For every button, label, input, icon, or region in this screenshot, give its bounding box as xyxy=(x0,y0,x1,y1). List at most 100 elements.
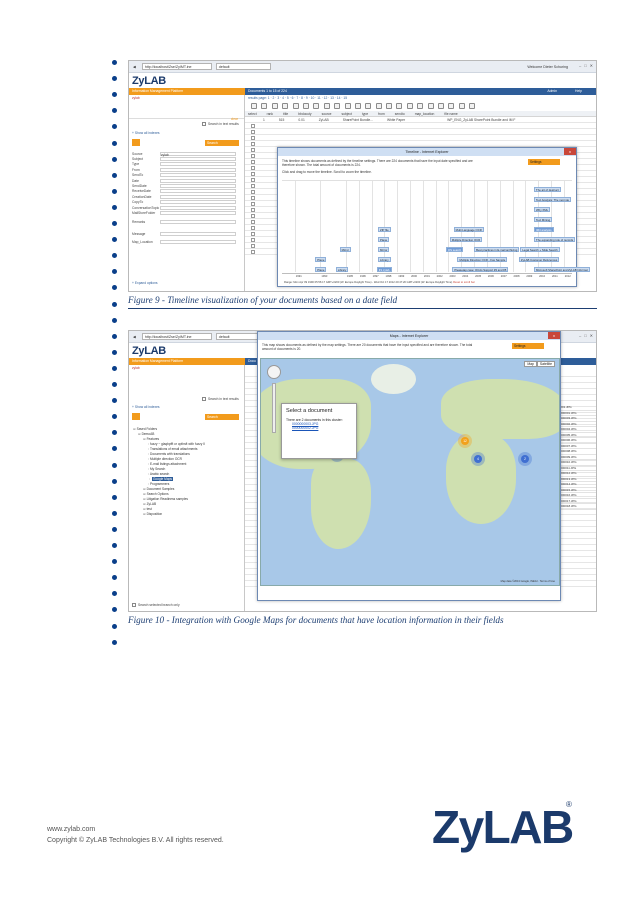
toolbar-action-icon[interactable] xyxy=(344,103,351,109)
toolbar-action-icon[interactable] xyxy=(386,103,393,109)
toolbar-action-icon[interactable] xyxy=(417,103,424,109)
toolbar-action-icon[interactable] xyxy=(292,103,299,109)
row-checkbox[interactable] xyxy=(251,184,255,188)
field-input[interactable] xyxy=(160,178,236,183)
search-text-checkbox[interactable] xyxy=(202,122,206,126)
zoom-slider[interactable] xyxy=(272,383,276,433)
close-icon[interactable]: x xyxy=(564,148,576,155)
field-input[interactable] xyxy=(160,231,236,236)
timeline-band[interactable]: 1991 1993 1995 1996 1997 1998 1999 2000 2001 2002… xyxy=(282,180,590,280)
row-checkbox[interactable] xyxy=(251,166,255,170)
toolbar-action-icon[interactable] xyxy=(438,103,445,109)
row-checkbox[interactable] xyxy=(251,172,255,176)
column-header[interactable]: from xyxy=(378,111,385,116)
pan-control-icon[interactable] xyxy=(267,365,281,379)
toolbar-action-icon[interactable] xyxy=(251,103,257,109)
column-header[interactable]: rank xyxy=(267,111,273,116)
timeline-event[interactable]: Mirror xyxy=(339,247,351,252)
search-text-checkbox[interactable] xyxy=(202,397,206,401)
column-header[interactable]: file name xyxy=(444,111,457,116)
map-type-satellite[interactable]: Satellite xyxy=(536,361,555,367)
toolbar-action-icon[interactable] xyxy=(375,103,382,109)
column-header[interactable]: source xyxy=(322,111,332,116)
row-checkbox[interactable] xyxy=(251,136,255,140)
index-icon[interactable] xyxy=(132,413,140,420)
timeline-event[interactable]: Multiple Direction OCR - Fax Sample xyxy=(457,257,508,262)
toolbar-action-icon[interactable] xyxy=(458,103,465,109)
timeline-event[interactable]: ZIP file xyxy=(378,227,391,232)
column-header[interactable]: sendto xyxy=(395,111,405,116)
timeline-event[interactable]: OS search xyxy=(445,247,464,252)
row-checkbox[interactable] xyxy=(251,130,255,134)
query-text[interactable]: zylab xyxy=(129,365,244,371)
timeline-event[interactable]: Pleasetap case: OCAs Support #3 and #5 xyxy=(452,267,509,272)
row-checkbox[interactable] xyxy=(251,178,255,182)
field-input[interactable] xyxy=(160,200,236,205)
column-header[interactable]: bbdocuty xyxy=(298,111,311,116)
close-icon[interactable]: ✕ xyxy=(590,63,593,68)
field-input[interactable] xyxy=(160,162,236,167)
field-input[interactable] xyxy=(160,173,236,178)
row-checkbox[interactable] xyxy=(251,244,255,248)
column-header[interactable]: title xyxy=(283,111,288,116)
toolbar-action-icon[interactable] xyxy=(334,103,341,109)
field-input[interactable] xyxy=(160,184,236,189)
field-input[interactable] xyxy=(160,205,236,210)
timeline-event[interactable]: The expanding role of records xyxy=(534,237,576,242)
search-button[interactable]: Search xyxy=(205,140,239,146)
row-checkbox[interactable] xyxy=(251,160,255,164)
browser-tab[interactable]: default xyxy=(215,63,271,70)
field-input[interactable] xyxy=(160,219,236,224)
url-field[interactable]: http://localhost/Zse/ZyIMT.ine xyxy=(141,333,212,340)
timeline-event[interactable]: Mirror xyxy=(378,247,390,252)
toolbar-action-icon[interactable] xyxy=(396,103,403,109)
toolbar-action-icon[interactable] xyxy=(354,103,361,109)
popup-link[interactable]: 0000000002.JPG xyxy=(292,426,352,430)
row-checkbox[interactable] xyxy=(251,124,255,128)
toolbar-action-icon[interactable] xyxy=(271,103,278,109)
tree-item[interactable]: ⊞ Disposition xyxy=(133,512,205,517)
field-input[interactable] xyxy=(160,189,236,194)
row-checkbox[interactable] xyxy=(251,154,255,158)
timeline-event[interactable]: Plane xyxy=(315,267,327,272)
timeline-event[interactable]: IM4 analysis xyxy=(534,227,554,232)
row-checkbox[interactable] xyxy=(251,148,255,152)
toolbar-action-icon[interactable] xyxy=(282,103,289,109)
toolbar-action-icon[interactable] xyxy=(469,103,476,109)
close-icon[interactable]: x xyxy=(548,332,560,339)
timeline-event[interactable]: Why XML xyxy=(534,207,551,212)
field-input[interactable] xyxy=(160,167,236,172)
settings-button[interactable]: Settings xyxy=(512,343,544,349)
toolbar-action-icon[interactable] xyxy=(365,103,372,109)
expand-options-link[interactable]: + Expand options xyxy=(132,281,158,285)
timeline-event[interactable]: Multiple Direction OCR xyxy=(449,237,483,242)
row-checkbox[interactable] xyxy=(251,232,255,236)
back-icon[interactable]: ◀ xyxy=(133,65,136,69)
field-input[interactable] xyxy=(160,240,236,245)
clear-link[interactable]: clear xyxy=(231,117,238,121)
maximize-icon[interactable]: □ xyxy=(584,333,586,338)
minimize-icon[interactable]: – xyxy=(579,333,581,338)
minimize-icon[interactable]: – xyxy=(579,63,581,68)
row-checkbox[interactable] xyxy=(251,208,255,212)
timeline-event[interactable]: ZyLAB Customer References xyxy=(518,257,560,262)
toolbar-action-icon[interactable] xyxy=(406,103,413,109)
maximize-icon[interactable]: □ xyxy=(584,63,586,68)
search-button[interactable]: Search xyxy=(205,414,239,420)
toolbar-action-icon[interactable] xyxy=(302,103,309,109)
timeline-event[interactable]: Library xyxy=(378,257,391,262)
toolbar-action-icon[interactable] xyxy=(323,103,330,109)
settings-button[interactable]: Settings xyxy=(528,159,560,165)
column-header[interactable]: type xyxy=(362,111,368,116)
column-header[interactable]: subject xyxy=(341,111,351,116)
row-checkbox[interactable] xyxy=(251,190,255,194)
toolbar-action-icon[interactable] xyxy=(313,103,320,109)
row-checkbox[interactable] xyxy=(251,226,255,230)
toolbar-action-icon[interactable] xyxy=(261,103,268,109)
column-header[interactable]: map_location xyxy=(415,111,435,116)
row-checkbox[interactable] xyxy=(251,220,255,224)
timeline-event[interactable]: IIS zylab xyxy=(376,267,392,272)
field-input[interactable]: zylab xyxy=(160,151,236,157)
branch-only-checkbox[interactable] xyxy=(132,603,136,607)
index-icon[interactable] xyxy=(132,139,140,146)
